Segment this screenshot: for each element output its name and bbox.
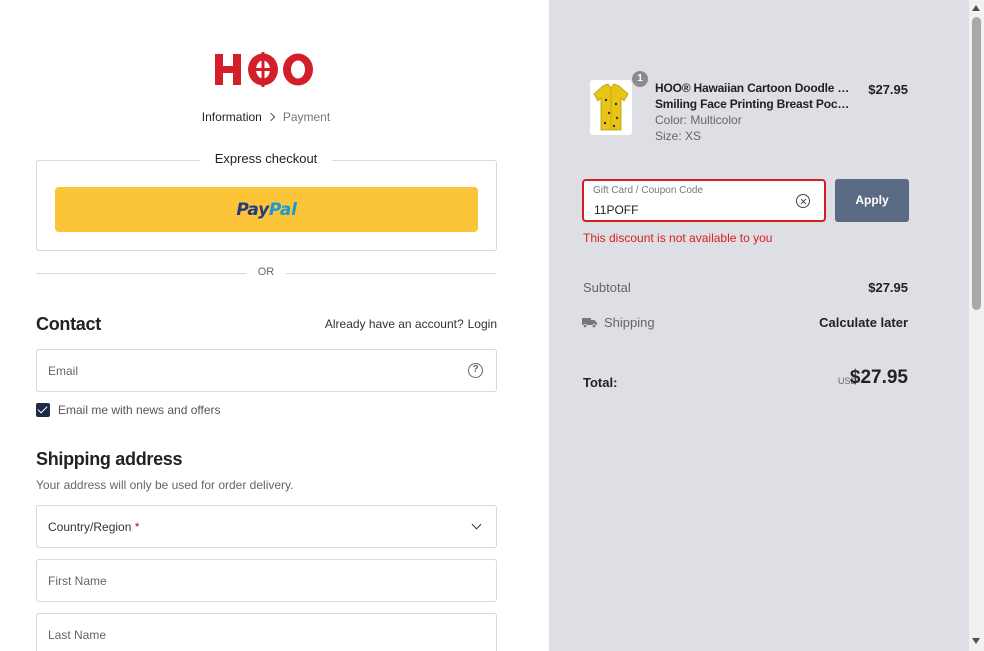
required-mark: *: [134, 520, 140, 534]
product-name-line2: Smiling Face Printing Breast Pocket…: [655, 97, 855, 111]
express-checkout-title: Express checkout: [200, 151, 332, 166]
product-size: Size: XS: [655, 129, 702, 143]
or-divider: OR: [36, 266, 496, 280]
paypal-logo-pay: Pay: [236, 199, 269, 220]
first-name-input[interactable]: [48, 560, 448, 601]
shirt-image: [590, 80, 632, 135]
first-name-field[interactable]: [36, 559, 497, 602]
hoo-logo: [215, 52, 313, 87]
scroll-down-arrow-icon[interactable]: [972, 638, 980, 644]
chevron-down-icon: [471, 519, 482, 530]
coupon-code-input[interactable]: [594, 203, 784, 217]
account-prompt: Already have an account? Login: [325, 317, 497, 331]
subtotal-value: $27.95: [868, 280, 908, 295]
shipping-address-title: Shipping address: [36, 449, 183, 469]
contact-title: Contact: [36, 314, 101, 334]
divider-line: [36, 273, 246, 274]
breadcrumb-payment: Payment: [282, 110, 331, 124]
or-label: OR: [257, 266, 275, 278]
shipping-note: Your address will only be used for order…: [36, 478, 294, 492]
email-input[interactable]: [48, 350, 448, 391]
total-label: Total:: [583, 375, 618, 390]
coupon-error-message: This discount is not available to you: [583, 231, 773, 245]
login-link[interactable]: Login: [468, 317, 497, 331]
product-name-line1: HOO® Hawaiian Cartoon Doodle Cute: [655, 81, 855, 95]
product-color: Color: Multicolor: [655, 113, 742, 127]
divider-line: [286, 273, 496, 274]
coupon-code-field[interactable]: Gift Card / Coupon Code: [582, 179, 826, 222]
newsletter-checkbox[interactable]: [36, 403, 50, 417]
newsletter-option[interactable]: Email me with news and offers: [36, 402, 221, 418]
breadcrumb-information[interactable]: Information: [202, 110, 262, 124]
page-scrollbar[interactable]: [969, 0, 984, 651]
checkout-form-panel: Information Payment Express checkout Pay P…: [0, 0, 549, 651]
email-field[interactable]: ?: [36, 349, 497, 392]
quantity-badge: 1: [631, 70, 649, 88]
truck-icon: [582, 318, 597, 328]
chevron-right-icon: [266, 112, 276, 122]
country-region-label: Country/Region *: [48, 520, 139, 534]
help-icon[interactable]: ?: [468, 363, 483, 378]
total-amount: $27.95: [849, 367, 908, 388]
clear-icon[interactable]: [796, 194, 810, 208]
account-prompt-text: Already have an account?: [324, 317, 464, 331]
scroll-up-arrow-icon[interactable]: [972, 5, 980, 11]
product-name: HOO® Hawaiian Cartoon Doodle Cute Smilin…: [655, 80, 855, 112]
last-name-field[interactable]: [36, 613, 497, 651]
subtotal-label: Subtotal: [583, 280, 631, 295]
breadcrumb: Information Payment: [0, 110, 532, 124]
scrollbar-thumb[interactable]: [972, 17, 981, 310]
country-region-select[interactable]: Country/Region *: [36, 505, 497, 548]
coupon-code-label: Gift Card / Coupon Code: [593, 185, 704, 196]
last-name-input[interactable]: [48, 614, 448, 651]
shipping-value: Calculate later: [819, 315, 908, 330]
paypal-logo-pal: Pal: [268, 199, 297, 220]
paypal-button[interactable]: Pay Pal: [55, 187, 478, 232]
apply-button[interactable]: Apply: [835, 179, 909, 222]
product-thumbnail: [590, 80, 632, 135]
product-price: $27.95: [868, 82, 908, 97]
newsletter-label: Email me with news and offers: [58, 403, 221, 417]
shipping-label: Shipping: [604, 315, 655, 330]
country-region-text: Country/Region: [48, 520, 132, 534]
